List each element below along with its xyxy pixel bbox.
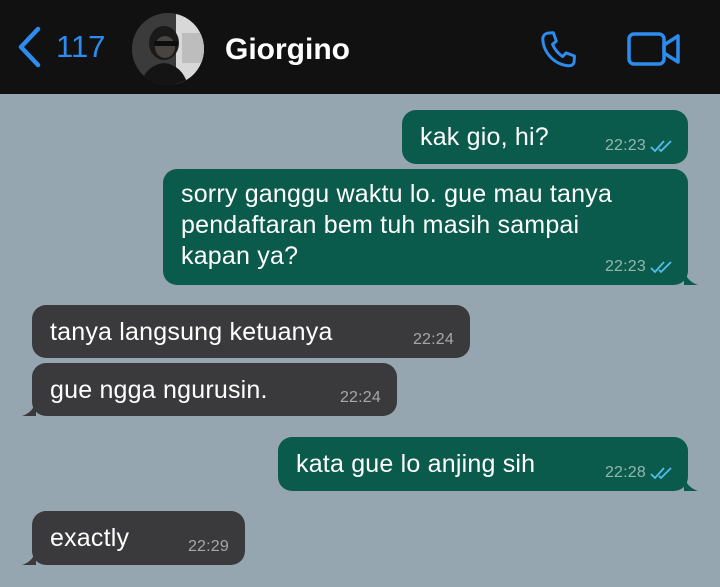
video-camera-icon bbox=[626, 32, 682, 72]
message-text: kata gue lo anjing sih bbox=[296, 450, 536, 478]
message-meta: 22:28 bbox=[605, 464, 676, 482]
message-line: pendaftaran bem tuh masih sampai bbox=[181, 211, 580, 239]
chat-header: 117 Giorgino bbox=[0, 0, 720, 94]
outgoing-message[interactable]: kak gio, hi? 22:23 bbox=[402, 110, 688, 164]
incoming-message[interactable]: tanya langsung ketuanya 22:24 bbox=[32, 305, 470, 358]
message-text: exactly bbox=[50, 524, 130, 552]
avatar[interactable] bbox=[132, 13, 204, 85]
outgoing-message[interactable]: kata gue lo anjing sih 22:28 bbox=[278, 437, 698, 491]
message-time: 22:23 bbox=[604, 258, 646, 275]
chevron-left-icon bbox=[16, 26, 42, 68]
outgoing-message[interactable]: sorry ganggu waktu lo. gue mau tanya pen… bbox=[163, 169, 698, 285]
message-time: 22:28 bbox=[604, 464, 646, 481]
message-meta: 22:24 bbox=[413, 331, 454, 349]
message-meta: 22:29 bbox=[188, 538, 229, 556]
message-line: kapan ya? bbox=[181, 242, 299, 270]
incoming-message[interactable]: gue ngga ngurusin. 22:24 bbox=[22, 363, 397, 416]
back-button[interactable]: 117 bbox=[16, 26, 105, 68]
message-meta: 22:23 bbox=[605, 137, 676, 155]
read-ticks-icon bbox=[646, 466, 676, 480]
phone-icon bbox=[538, 31, 582, 76]
message-time: 22:24 bbox=[412, 331, 454, 348]
message-text: gue ngga ngurusin. bbox=[50, 376, 268, 404]
contact-name[interactable]: Giorgino bbox=[225, 30, 350, 70]
message-time: 22:29 bbox=[187, 538, 229, 555]
read-ticks-icon bbox=[646, 139, 676, 153]
message-time: 22:24 bbox=[339, 389, 381, 406]
message-text: kak gio, hi? bbox=[420, 123, 549, 151]
video-call-button[interactable] bbox=[626, 30, 682, 73]
message-line: sorry ganggu waktu lo. gue mau tanya bbox=[181, 180, 613, 208]
message-meta: 22:23 bbox=[605, 258, 676, 276]
read-ticks-icon bbox=[646, 260, 676, 274]
message-time: 22:23 bbox=[604, 137, 646, 154]
message-meta: 22:24 bbox=[340, 389, 381, 407]
message-text: tanya langsung ketuanya bbox=[50, 318, 333, 346]
message-text: sorry ganggu waktu lo. gue mau tanya pen… bbox=[181, 179, 612, 272]
incoming-message[interactable]: exactly 22:29 bbox=[22, 511, 245, 565]
voice-call-button[interactable] bbox=[538, 28, 582, 77]
avatar-photo bbox=[132, 13, 204, 85]
unread-count: 117 bbox=[56, 29, 106, 64]
